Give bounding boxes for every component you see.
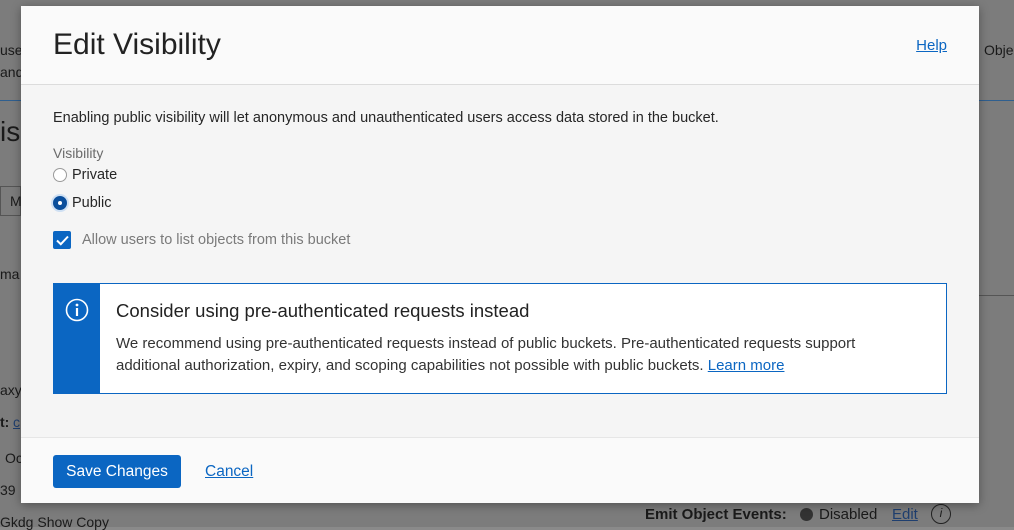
background-text: Gkdg Show Copy (0, 514, 109, 530)
private-radio[interactable] (53, 168, 67, 182)
background-text: 39 (0, 482, 16, 498)
background-divider (0, 100, 21, 101)
public-radio-label[interactable]: Public (72, 195, 112, 211)
private-radio-label[interactable]: Private (72, 167, 117, 183)
background-text: axy (0, 382, 22, 398)
checkmark-icon (55, 235, 69, 246)
background-text: use (0, 42, 23, 58)
background-text: Obje (984, 42, 1014, 58)
public-radio[interactable] (53, 196, 67, 210)
background-text: t: (0, 414, 10, 430)
radio-option-private[interactable]: Private (53, 167, 117, 183)
background-divider (979, 100, 1014, 101)
dialog-footer: Save Changes Cancel (21, 437, 979, 503)
info-alert-title: Consider using pre-authenticated request… (116, 300, 530, 321)
background-text: M (10, 193, 22, 209)
edit-visibility-dialog: Edit Visibility Help Enabling public vis… (21, 6, 979, 503)
background-link: c (13, 414, 20, 430)
info-alert-content: Consider using pre-authenticated request… (100, 284, 906, 393)
info-alert-sidebar (54, 284, 100, 393)
help-link[interactable]: Help (916, 37, 947, 54)
dialog-title: Edit Visibility (53, 28, 221, 61)
background-heading: is (0, 116, 21, 147)
intro-text: Enabling public visibility will let anon… (53, 110, 719, 126)
learn-more-link[interactable]: Learn more (708, 357, 785, 374)
info-alert: Consider using pre-authenticated request… (53, 283, 947, 394)
emit-events-status: Disabled (819, 506, 878, 523)
background-divider (979, 295, 1014, 296)
info-icon (65, 298, 89, 322)
info-icon: i (931, 504, 951, 524)
dialog-header: Edit Visibility Help (21, 6, 979, 85)
list-objects-checkbox-row[interactable]: Allow users to list objects from this bu… (53, 231, 350, 249)
emit-events-edit-link: Edit (892, 506, 918, 523)
visibility-label: Visibility (53, 145, 104, 161)
dialog-body: Enabling public visibility will let anon… (21, 85, 979, 437)
background-text: ma (0, 266, 20, 282)
background-text: and (0, 64, 24, 80)
emit-events-label: Emit Object Events: (645, 506, 787, 523)
save-changes-button[interactable]: Save Changes (53, 455, 181, 488)
radio-option-public[interactable]: Public (53, 195, 112, 211)
cancel-button[interactable]: Cancel (205, 463, 253, 481)
info-alert-text: We recommend using pre-authenticated req… (116, 333, 906, 377)
list-objects-checkbox-label[interactable]: Allow users to list objects from this bu… (82, 232, 350, 248)
status-dot (800, 508, 813, 521)
list-objects-checkbox[interactable] (53, 231, 71, 249)
